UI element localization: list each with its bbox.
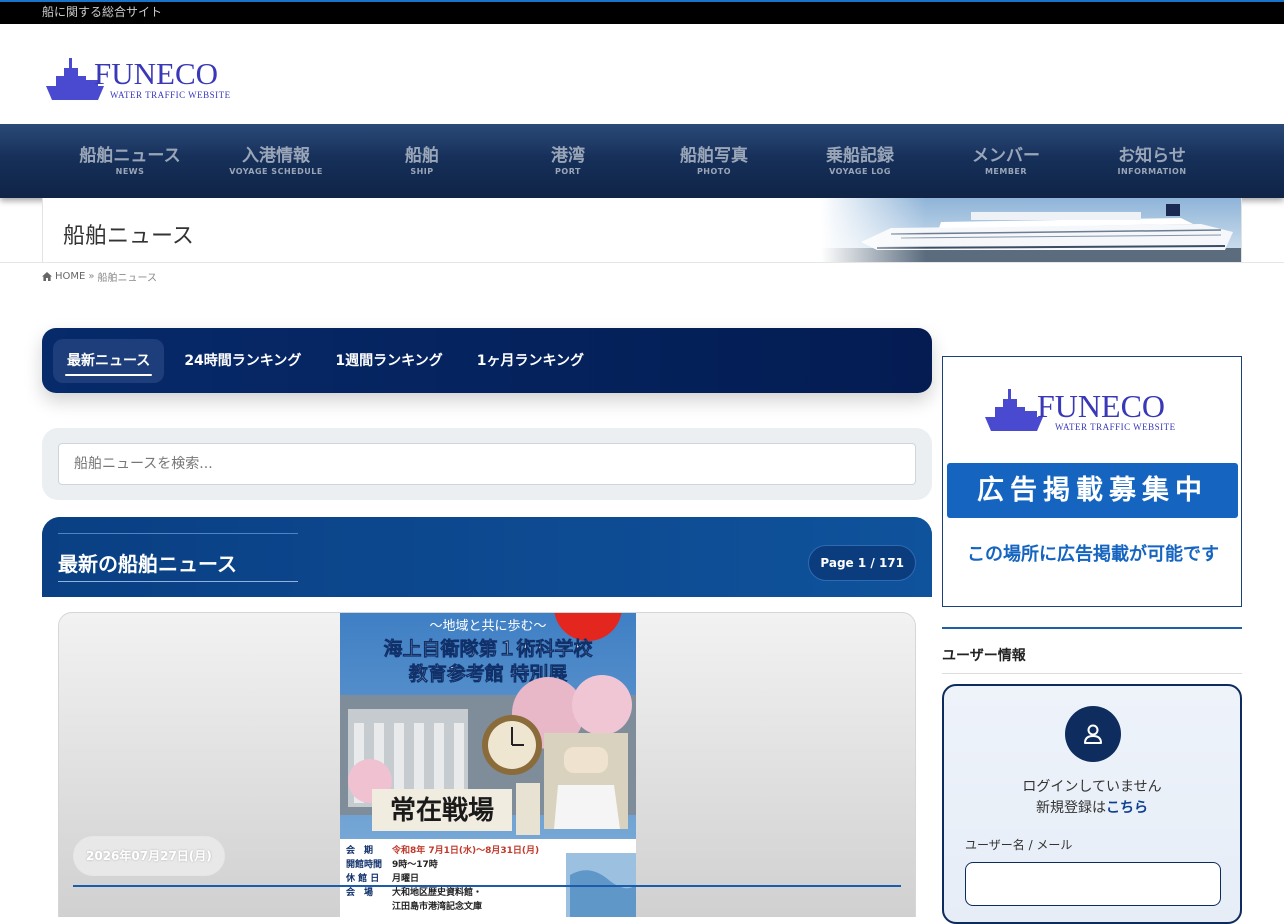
nav-item-label: 乗船記録 — [826, 146, 894, 166]
poster-info-value: 大和地区歴史資料館・ — [392, 886, 482, 898]
nav-item-label: 船舶写真 — [680, 146, 748, 166]
nav-item-voyage-log[interactable]: 乗船記録 VOYAGE LOG — [787, 124, 933, 198]
register-link[interactable]: こちら — [1106, 800, 1148, 816]
breadcrumb-home-link[interactable]: HOME — [55, 271, 85, 282]
breadcrumb-current: 船舶ニュース — [97, 273, 157, 284]
poster-info-label: 休 館 日 — [345, 872, 379, 884]
poster-motto: 〜地域と共に歩む〜 — [429, 619, 546, 634]
nav-item-sublabel: PORT — [555, 167, 581, 176]
tab-2[interactable]: 1週間ランキング — [321, 339, 456, 383]
ad-text: この場所に広告掲載が可能です — [967, 544, 1219, 565]
news-list: 〜地域と共に歩む〜 海上自衛隊第１術科学校 教育参考館 特別展 常在戦場 会 期… — [42, 597, 932, 917]
logo-text: FUNECO — [94, 56, 218, 91]
user-info-heading: ユーザー情報 — [942, 629, 1242, 674]
ad-banner: 広告掲載募集中 — [947, 463, 1238, 518]
username-label: ユーザー名 / メール — [965, 838, 1073, 852]
funeco-logo[interactable]: FUNECO WATER TRAFFIC WEBSITE — [44, 54, 244, 102]
username-input[interactable] — [965, 862, 1221, 906]
poster-info-value: 江田島市港湾記念文庫 — [392, 900, 482, 912]
home-icon — [42, 272, 52, 281]
breadcrumb-separator: » — [88, 271, 95, 282]
logo-subtitle: WATER TRAFFIC WEBSITE — [110, 90, 231, 100]
latest-news-title: 最新の船舶ニュース — [58, 552, 237, 576]
user-avatar — [1065, 706, 1121, 762]
poster-info-label: 会 場 — [346, 886, 373, 898]
nav-item-label: 船舶ニュース — [79, 146, 181, 166]
nav-item-label: 港湾 — [551, 146, 585, 166]
login-status: ログインしていません — [1022, 779, 1162, 795]
nav-item-sublabel: MEMBER — [984, 167, 1028, 176]
exhibition-poster-image: 〜地域と共に歩む〜 海上自衛隊第１術科学校 教育参考館 特別展 常在戦場 会 期… — [340, 613, 636, 917]
nav-item-label: メンバー — [972, 146, 1040, 166]
nav-item-photo[interactable]: 船舶写真 PHOTO — [641, 124, 787, 198]
poster-info-label: 開館時間 — [346, 858, 382, 870]
nav-item-label: お知らせ — [1118, 146, 1186, 166]
ad-logo-subtitle: WATER TRAFFIC WEBSITE — [1055, 422, 1176, 432]
news-tab-bar: 最新ニュース 24時間ランキング 1週間ランキング 1ヶ月ランキング — [42, 328, 932, 393]
nav-item-information[interactable]: お知らせ INFORMATION — [1079, 124, 1225, 198]
top-bar: 船に関する総合サイト — [0, 0, 1284, 24]
header-divider — [0, 262, 1284, 263]
cruise-ship-image — [821, 198, 1241, 262]
tab-1[interactable]: 24時間ランキング — [170, 339, 315, 383]
poster-title-line1: 海上自衛隊第１術科学校 — [383, 637, 593, 660]
nav-item-label: 入港情報 — [242, 146, 310, 166]
breadcrumb: HOME » 船舶ニュース — [42, 269, 1284, 284]
nav-item-member[interactable]: メンバー MEMBER — [933, 124, 1079, 198]
nav-item-sublabel: SHIP — [410, 167, 434, 176]
news-search-input[interactable] — [58, 443, 916, 485]
login-box: ログインしていません 新規登録はこちら ユーザー名 / メール — [942, 684, 1242, 924]
poster-info-value: 月曜日 — [391, 873, 419, 884]
page-header: 船舶ニュース — [42, 198, 1242, 262]
user-icon — [1084, 724, 1102, 744]
nav-item-news[interactable]: 船舶ニュース NEWS — [57, 124, 203, 198]
heading-bottom-rule — [58, 581, 298, 582]
ad-funeco-logo: FUNECO WATER TRAFFIC WEBSITE — [985, 388, 1176, 432]
tab-0[interactable]: 最新ニュース — [53, 338, 165, 383]
user-info-section: ユーザー情報 — [942, 627, 1242, 674]
ad-logo-text: FUNECO — [1037, 388, 1165, 424]
site-tagline: 船に関する総合サイト — [42, 5, 163, 19]
news-search-panel — [42, 428, 932, 500]
nav-item-voyage-schedule[interactable]: 入港情報 VOYAGE SCHEDULE — [203, 124, 349, 198]
ad-box[interactable]: FUNECO WATER TRAFFIC WEBSITE 広告掲載募集中 この場… — [942, 356, 1242, 607]
nav-item-sublabel: INFORMATION — [1117, 167, 1187, 176]
page-count-badge: Page 1 / 171 — [808, 545, 916, 581]
nav-item-sublabel: NEWS — [115, 167, 145, 176]
tab-3[interactable]: 1ヶ月ランキング — [463, 339, 598, 383]
nav-item-port[interactable]: 港湾 PORT — [495, 124, 641, 198]
page-title: 船舶ニュース — [63, 224, 194, 249]
latest-news-panel: 最新の船舶ニュース Page 1 / 171 〜地域と共に歩む〜 海上自衛隊第１… — [42, 517, 932, 917]
nav-item-ship[interactable]: 船舶 SHIP — [349, 124, 495, 198]
news-card[interactable]: 〜地域と共に歩む〜 海上自衛隊第１術科学校 教育参考館 特別展 常在戦場 会 期… — [58, 612, 916, 917]
news-card-divider — [73, 885, 901, 887]
site-header: FUNECO WATER TRAFFIC WEBSITE — [0, 24, 1284, 124]
nav-item-sublabel: VOYAGE SCHEDULE — [229, 167, 323, 176]
register-prefix: 新規登録は — [1036, 800, 1106, 816]
poster-info-label: 会 期 — [346, 844, 373, 856]
news-date-badge: 2026年07月27日(月) — [73, 836, 225, 876]
latest-news-header: 最新の船舶ニュース Page 1 / 171 — [42, 517, 932, 597]
register-prompt: 新規登録はこちら — [944, 797, 1240, 817]
poster-calligraphy: 常在戦場 — [390, 796, 494, 826]
poster-info-value: 令和8年 7月1日(水)〜8月31日(月) — [391, 844, 539, 856]
nav-item-label: 船舶 — [405, 146, 439, 166]
nav-item-sublabel: PHOTO — [696, 167, 732, 176]
poster-info-value: 9時〜17時 — [392, 858, 438, 870]
main-nav: 船舶ニュース NEWS 入港情報 VOYAGE SCHEDULE 船舶 SHIP 港湾 POR… — [0, 124, 1284, 198]
nav-item-sublabel: VOYAGE LOG — [829, 167, 891, 176]
heading-top-rule — [58, 533, 298, 534]
